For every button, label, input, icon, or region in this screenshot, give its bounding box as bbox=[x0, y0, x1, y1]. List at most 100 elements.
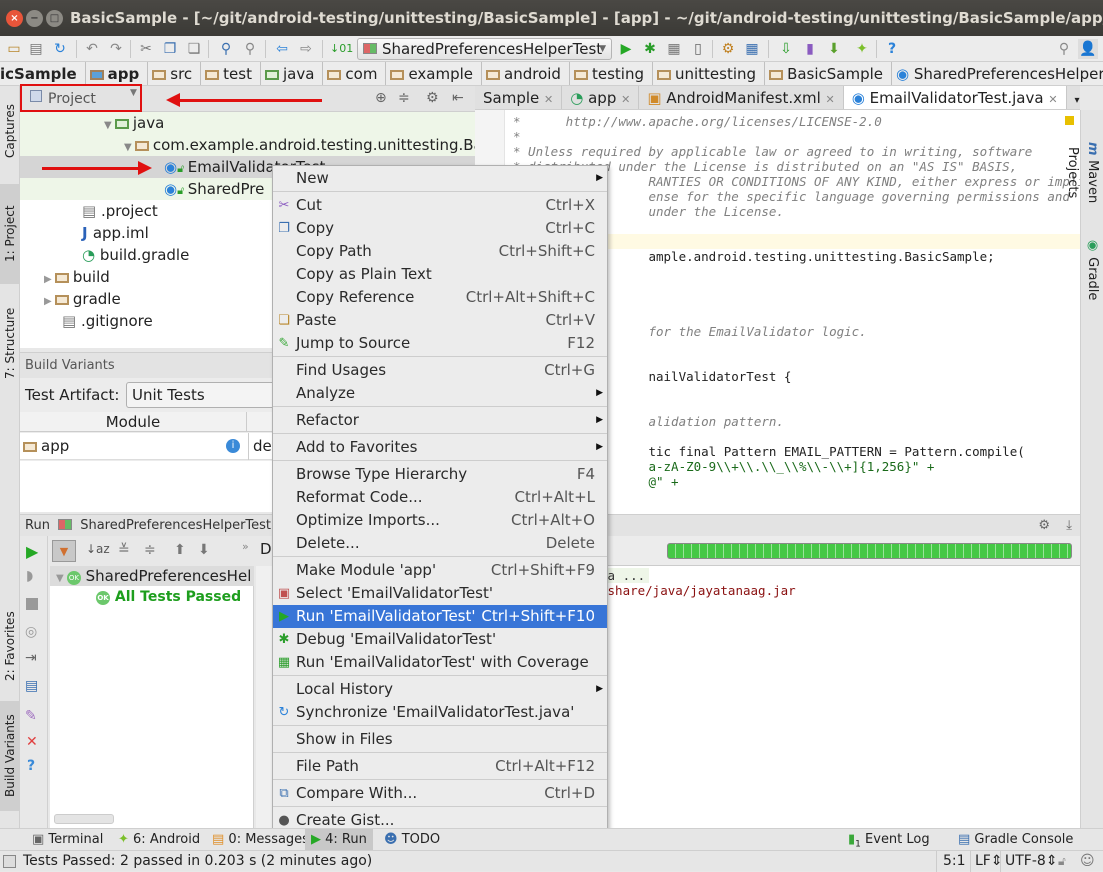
layout-icon[interactable]: ▤ bbox=[25, 678, 38, 694]
toggle-tool-windows-icon[interactable] bbox=[3, 855, 16, 868]
gear-icon[interactable]: ⚙ bbox=[1038, 515, 1050, 537]
menu-item-copy-path[interactable]: Copy Path Ctrl+Shift+C bbox=[273, 240, 607, 263]
avd-manager-icon[interactable]: ▮ bbox=[800, 39, 820, 59]
cut-icon[interactable]: ✂ bbox=[136, 39, 156, 59]
scroll-from-source-icon[interactable]: ⊕ bbox=[375, 90, 387, 106]
menu-item-find-usages[interactable]: Find Usages Ctrl+G bbox=[273, 359, 607, 382]
tool-tab-structure[interactable]: 7: Structure bbox=[0, 296, 20, 391]
editor-tab[interactable]: Sample ✕ bbox=[475, 86, 563, 109]
lock-icon[interactable]: 🔓︎ bbox=[1058, 851, 1066, 872]
tool-tab-android[interactable]: ✦ 6: Android bbox=[112, 829, 206, 851]
attach-debugger-icon[interactable]: ▯ bbox=[688, 39, 708, 59]
table-row[interactable]: app i de bbox=[20, 433, 272, 460]
menu-item-cut[interactable]: ✂ Cut Ctrl+X bbox=[273, 194, 607, 217]
forward-icon[interactable]: ⇨ bbox=[296, 39, 316, 59]
breadcrumb-item[interactable]: testing bbox=[570, 62, 653, 85]
find-icon[interactable]: ⚲ bbox=[216, 39, 236, 59]
stop-icon[interactable] bbox=[26, 598, 38, 610]
dump-threads-icon[interactable]: ◎ bbox=[25, 624, 37, 640]
breadcrumb-item[interactable]: BasicSample bbox=[765, 62, 893, 85]
tool-tab-run[interactable]: ▶ 4: Run bbox=[305, 829, 373, 851]
help-icon[interactable]: ? bbox=[27, 758, 35, 774]
breadcrumb-item[interactable]: example bbox=[386, 62, 483, 85]
run-configuration-dropdown[interactable]: SharedPreferencesHelperTest ▼ bbox=[357, 38, 612, 60]
open-icon[interactable]: ▭ bbox=[4, 39, 24, 59]
test-tree-root[interactable]: ▼ OK SharedPreferencesHel bbox=[50, 566, 254, 586]
minimize-window-button[interactable]: − bbox=[26, 10, 43, 27]
run-icon[interactable]: ▶ bbox=[616, 39, 636, 59]
run-config-tab[interactable]: SharedPreferencesHelperTest bbox=[80, 518, 271, 533]
next-icon[interactable]: ⬇ bbox=[198, 542, 210, 558]
tree-node[interactable]: ◉🔓︎ SharedPre bbox=[164, 178, 264, 200]
tree-node[interactable]: ▼ java bbox=[104, 112, 164, 134]
tool-tab-terminal[interactable]: ▣ Terminal bbox=[26, 829, 109, 851]
menu-item-optimize-imports[interactable]: Optimize Imports... Ctrl+Alt+O bbox=[273, 509, 607, 532]
menu-item-compare-with[interactable]: ⧉ Compare With... Ctrl+D bbox=[273, 782, 607, 805]
debug-icon[interactable]: ✱ bbox=[640, 39, 660, 59]
menu-item-refactor[interactable]: Refactor ▶ bbox=[273, 409, 607, 432]
tree-node[interactable]: ▼ com.example.android.testing.unittestin… bbox=[124, 134, 483, 156]
menu-item-paste[interactable]: ❏ Paste Ctrl+V bbox=[273, 309, 607, 332]
hector-icon[interactable]: ☺ bbox=[1080, 851, 1095, 872]
tree-node[interactable]: ▶ gradle bbox=[44, 288, 121, 310]
breadcrumb-item[interactable]: src bbox=[148, 62, 202, 85]
collapse-all-icon[interactable]: ≑ bbox=[398, 90, 410, 106]
search-everywhere-icon[interactable]: ⚲ bbox=[1054, 39, 1074, 59]
expand-all-icon[interactable]: ≚ bbox=[118, 542, 130, 558]
tool-tab-favorites[interactable]: 2: Favorites bbox=[0, 601, 20, 691]
splitter[interactable] bbox=[256, 566, 272, 828]
menu-item-file-path[interactable]: File Path Ctrl+Alt+F12 bbox=[273, 755, 607, 778]
editor-tab[interactable]: ◔ app ✕ bbox=[562, 86, 640, 109]
collapse-all-icon[interactable]: ≑ bbox=[144, 542, 156, 558]
encoding-selector[interactable]: UTF-8⇕ bbox=[1000, 851, 1062, 872]
make-project-icon[interactable]: ↓01 bbox=[330, 39, 353, 59]
save-icon[interactable]: ▤ bbox=[26, 39, 46, 59]
caret-position[interactable]: 5:1 bbox=[936, 851, 972, 872]
pin-icon[interactable]: ✎ bbox=[25, 708, 37, 724]
breadcrumb-item[interactable]: app bbox=[86, 62, 149, 85]
tree-node[interactable]: ◔ build.gradle bbox=[82, 244, 189, 266]
menu-item-analyze[interactable]: Analyze ▶ bbox=[273, 382, 607, 405]
sort-alpha-icon[interactable]: ↓az bbox=[86, 542, 110, 556]
gradle-sync-icon[interactable]: ⇩ bbox=[776, 39, 796, 59]
breadcrumb-item[interactable]: test bbox=[201, 62, 261, 85]
menu-item-add-to-favorites[interactable]: Add to Favorites ▶ bbox=[273, 436, 607, 459]
paste-icon[interactable]: ❏ bbox=[184, 39, 204, 59]
close-tab-icon[interactable]: ✕ bbox=[826, 93, 835, 106]
rerun-icon[interactable]: ▶ bbox=[26, 542, 38, 561]
info-icon[interactable]: i bbox=[226, 439, 240, 453]
test-tree-result[interactable]: OK All Tests Passed bbox=[96, 588, 241, 606]
breadcrumb-item[interactable]: com bbox=[323, 62, 387, 85]
tool-tab-gradle-console[interactable]: ▤ Gradle Console bbox=[952, 829, 1079, 851]
close-tab-icon[interactable]: ✕ bbox=[1048, 93, 1057, 106]
column-header-module[interactable]: Module bbox=[20, 412, 247, 432]
tool-tab-todo[interactable]: ☻ TODO bbox=[378, 829, 446, 851]
menu-item-copy-as-plain-text[interactable]: Copy as Plain Text bbox=[273, 263, 607, 286]
horizontal-scrollbar[interactable] bbox=[54, 814, 114, 824]
hide-panel-icon[interactable]: ⇤ bbox=[452, 90, 464, 106]
hide-panel-icon[interactable]: ⤓ bbox=[1066, 515, 1072, 537]
user-avatar-icon[interactable]: 👤 bbox=[1078, 39, 1098, 59]
menu-item-make-module-app[interactable]: Make Module 'app' Ctrl+Shift+F9 bbox=[273, 559, 607, 582]
close-tab-icon[interactable]: ✕ bbox=[544, 93, 553, 106]
tool-tab-maven-projects[interactable]: m Maven Projects bbox=[1065, 118, 1102, 228]
menu-item-jump-to-source[interactable]: ✎ Jump to Source F12 bbox=[273, 332, 607, 355]
menu-item-run-emailvalidatortest[interactable]: ▶ Run 'EmailValidatorTest' Ctrl+Shift+F10 bbox=[273, 605, 607, 628]
tool-tab-messages[interactable]: ▤ 0: Messages bbox=[206, 829, 315, 851]
maximize-window-button[interactable]: □ bbox=[46, 10, 63, 27]
menu-item-show-in-files[interactable]: Show in Files bbox=[273, 728, 607, 751]
editor-tab-active[interactable]: ◉ EmailValidatorTest.java ✕ bbox=[843, 86, 1067, 109]
previous-icon[interactable]: ⬆ bbox=[174, 542, 186, 558]
menu-item-reformat-code[interactable]: Reformat Code... Ctrl+Alt+L bbox=[273, 486, 607, 509]
tree-node[interactable]: ▶ build bbox=[44, 266, 110, 288]
run-console[interactable]: va ... /share/java/jayatanaag.jar bbox=[600, 536, 1080, 828]
menu-item-run-emailvalidatortest-with-coverage[interactable]: ▦ Run 'EmailValidatorTest' with Coverage bbox=[273, 651, 607, 674]
breadcrumb-item[interactable]: android bbox=[482, 62, 570, 85]
inspection-status-icon[interactable] bbox=[1065, 116, 1074, 125]
menu-item-delete[interactable]: Delete... Delete bbox=[273, 532, 607, 555]
gear-icon[interactable]: ⚙ bbox=[426, 90, 439, 106]
module-settings-icon[interactable]: ▦ bbox=[742, 39, 762, 59]
tree-node[interactable]: ▤ .project bbox=[82, 200, 158, 222]
coverage-icon[interactable]: ▦ bbox=[664, 39, 684, 59]
editor-tab[interactable]: ▣ AndroidManifest.xml ✕ bbox=[639, 86, 844, 109]
